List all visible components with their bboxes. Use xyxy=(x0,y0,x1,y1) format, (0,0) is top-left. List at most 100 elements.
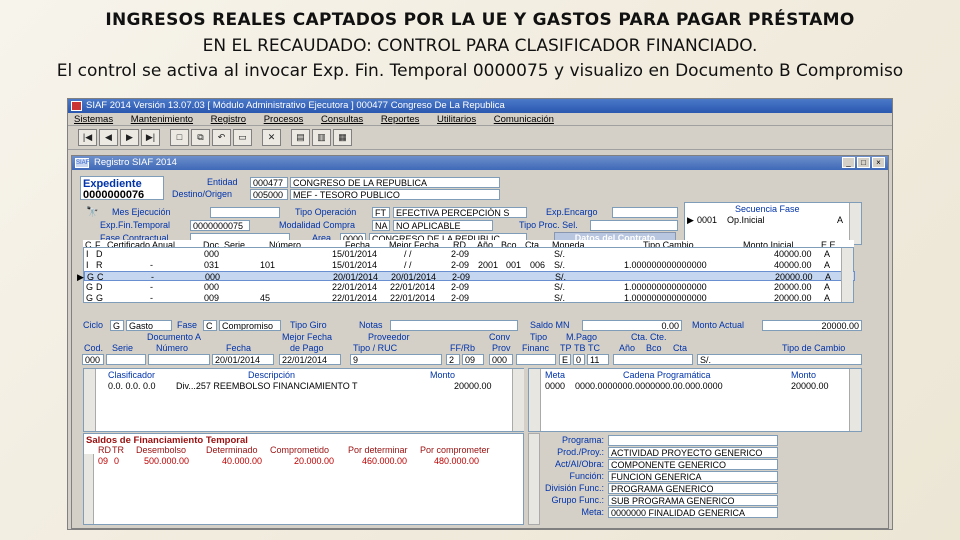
ciclo-code[interactable]: G xyxy=(110,320,124,331)
meta-value[interactable]: 0000 xyxy=(545,381,565,391)
fase-code[interactable]: C xyxy=(203,320,217,331)
destino-code[interactable]: 005000 xyxy=(250,189,288,200)
list-icon[interactable]: ▦ xyxy=(333,129,352,146)
tipo-operacion-code[interactable]: FT xyxy=(372,207,390,218)
cta-cte-field[interactable] xyxy=(613,354,693,365)
last-record-icon[interactable]: ▶| xyxy=(141,129,160,146)
cell-ee: A xyxy=(824,249,831,259)
cell-serie: 45 xyxy=(260,293,271,303)
secuencia-fase-panel: Secuencia Fase ▶ 0001 Op.Inicial A xyxy=(684,202,862,245)
print-icon[interactable]: ▤ xyxy=(291,129,310,146)
clasificador-row-selector[interactable] xyxy=(84,369,96,431)
delete-icon[interactable]: ✕ xyxy=(262,129,281,146)
menu-mantenimiento[interactable]: Mantenimiento xyxy=(131,114,193,125)
saldos-comprometido: 20.000.00 xyxy=(294,456,335,466)
tc-field[interactable]: 11 xyxy=(587,354,609,365)
meta-row-selector[interactable] xyxy=(529,369,541,431)
save-icon[interactable]: ▥ xyxy=(312,129,331,146)
numero-label: Número xyxy=(156,343,189,353)
fase-value: Compromiso xyxy=(219,320,281,331)
table-row-selected[interactable]: ▶ G C - 000 20/01/2014 20/01/2014 2-09 S… xyxy=(77,271,855,282)
clasificador-desc: Div...257 REEMBOLSO FINANCIAMIENTO T xyxy=(176,381,358,391)
notas-field[interactable] xyxy=(390,320,518,331)
copy-icon[interactable]: ⧉ xyxy=(191,129,210,146)
division-func-label: División Func.: xyxy=(544,483,604,493)
tipo-field[interactable] xyxy=(516,354,556,365)
moneda-field[interactable]: S/. xyxy=(697,354,862,365)
minimize-icon[interactable]: _ xyxy=(842,157,855,168)
siaf-app-window: SIAF 2014 Versión 13.07.03 [ Módulo Admi… xyxy=(67,98,893,530)
cell-rd: 2-09 xyxy=(451,282,470,292)
cell-fecha: 22/01/2014 xyxy=(332,282,378,292)
binoculars-icon[interactable]: 🔭 xyxy=(86,207,98,218)
maximize-icon[interactable]: □ xyxy=(857,157,870,168)
menu-utilitarios[interactable]: Utilitarios xyxy=(437,114,476,125)
clasificador-code[interactable]: 0.0. 0.0. 0.0 xyxy=(108,381,156,391)
table-row[interactable]: I R - 031 101 15/01/2014 / / 2-09 2001 0… xyxy=(84,260,855,270)
serie-field[interactable] xyxy=(106,354,146,365)
mejor-fecha-field[interactable]: 22/01/2014 xyxy=(279,354,341,365)
numero-field[interactable] xyxy=(148,354,210,365)
tb-field[interactable]: 0 xyxy=(573,354,585,365)
cell-tipo-cambio: 1.000000000000000 xyxy=(624,260,707,270)
modalidad-code[interactable]: NA xyxy=(372,220,390,231)
table-row[interactable]: G D - 000 22/01/2014 22/01/2014 2-09 S/.… xyxy=(84,282,855,292)
menu-bar: Sistemas Mantenimiento Registro Procesos… xyxy=(68,113,892,126)
table-row[interactable]: G G - 009 45 22/01/2014 22/01/2014 2-09 … xyxy=(84,293,855,303)
ff-field[interactable]: 2 xyxy=(446,354,460,365)
mes-ejecucion-field[interactable] xyxy=(210,207,280,218)
saldos-col-comprometido: Comprometido xyxy=(270,445,330,455)
prod-proy-value: ACTIVIDAD PROYECTO GENERICO xyxy=(608,447,778,458)
secuencia-scrollbar[interactable] xyxy=(849,203,861,244)
meta-scrollbar[interactable] xyxy=(849,369,861,431)
cadena-label: Cadena Programática xyxy=(623,370,711,380)
cell-doc: 000 xyxy=(205,272,221,282)
tipo-ruc-field[interactable]: 9 xyxy=(350,354,442,365)
fecha-field[interactable]: 20/01/2014 xyxy=(212,354,274,365)
cell-cert: - xyxy=(151,272,154,282)
app-titlebar: SIAF 2014 Versión 13.07.03 [ Módulo Admi… xyxy=(68,99,892,113)
proveedor-label: Proveedor xyxy=(368,332,410,342)
next-record-icon[interactable]: ▶ xyxy=(120,129,139,146)
fases-grid: I D 000 15/01/2014 / / 2-09 S/. 40000.00… xyxy=(77,247,855,303)
menu-comunicacion[interactable]: Comunicación xyxy=(494,114,554,125)
saldos-row-selector[interactable] xyxy=(84,454,94,524)
tipo-proc-field[interactable] xyxy=(590,220,678,231)
clasificador-panel: Clasificador Descripción Monto 0.0. 0.0.… xyxy=(83,368,524,432)
menu-reportes[interactable]: Reportes xyxy=(381,114,420,125)
grid-scrollbar[interactable] xyxy=(841,248,853,302)
cta-label: Cta xyxy=(673,343,688,353)
cell-cert: - xyxy=(150,293,153,303)
descripcion-label: Descripción xyxy=(248,370,296,380)
exp-fin-temporal-field[interactable]: 0000000075 xyxy=(190,220,250,231)
first-record-icon[interactable]: |◀ xyxy=(78,129,97,146)
cadena-value: 0000.0000000.0000000.00.000.0000 xyxy=(575,381,723,391)
menu-procesos[interactable]: Procesos xyxy=(264,114,304,125)
close-icon[interactable]: × xyxy=(872,157,885,168)
menu-consultas[interactable]: Consultas xyxy=(321,114,363,125)
undo-icon[interactable]: ↶ xyxy=(212,129,231,146)
menu-sistemas[interactable]: Sistemas xyxy=(74,114,113,125)
rb-field[interactable]: 09 xyxy=(462,354,484,365)
tp-field[interactable]: E xyxy=(559,354,571,365)
serie-label: Serie xyxy=(112,343,134,353)
menu-registro[interactable]: Registro xyxy=(211,114,246,125)
table-row[interactable]: I D 000 15/01/2014 / / 2-09 S/. 40000.00… xyxy=(84,249,855,259)
prev-record-icon[interactable]: ◀ xyxy=(99,129,118,146)
cod-field[interactable]: 000 xyxy=(82,354,104,365)
meta-panel: Meta Cadena Programática Monto 0000 0000… xyxy=(528,368,862,432)
edit-icon[interactable]: ▭ xyxy=(233,129,252,146)
programa-row-selector[interactable] xyxy=(528,433,540,525)
new-icon[interactable]: □ xyxy=(170,129,189,146)
tipo-operacion-label: Tipo Operación xyxy=(295,207,357,217)
tipo-proc-label: Tipo Proc. Sel. xyxy=(519,220,578,230)
clasificador-scrollbar[interactable] xyxy=(512,369,524,431)
cell-mejor-fecha: / / xyxy=(404,260,412,270)
exp-encargo-field[interactable] xyxy=(612,207,678,218)
entidad-code[interactable]: 000477 xyxy=(250,177,288,188)
cell-mejor-fecha: 22/01/2014 xyxy=(390,293,436,303)
conv-field[interactable]: 000 xyxy=(489,354,513,365)
cell-doc: 000 xyxy=(204,282,220,292)
saldos-col-tr: TR xyxy=(112,445,124,455)
cta-cte-label: Cta. Cte. xyxy=(631,332,667,342)
